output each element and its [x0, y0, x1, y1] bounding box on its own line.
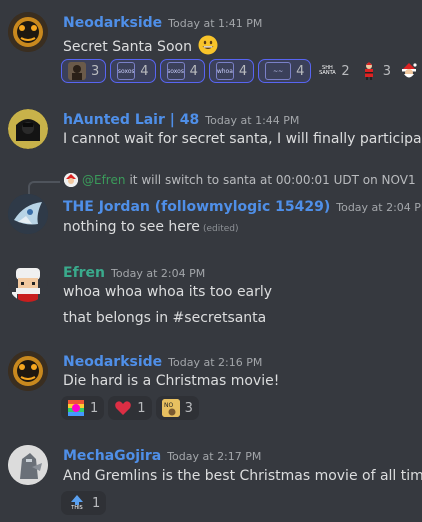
reaction-count: 3 [91, 63, 100, 79]
username[interactable]: hAunted Lair | 48 [63, 112, 199, 128]
reaction-button[interactable]: soxos 4 [110, 59, 156, 83]
reaction-button[interactable]: 1 [61, 396, 105, 420]
efren-mini-avatar-icon [64, 173, 78, 187]
reaction-count: 4 [140, 63, 149, 79]
username[interactable]: MechaGojira [63, 448, 161, 464]
svg-text:NO: NO [164, 402, 173, 409]
custom-emoji-icon: ~~ [265, 62, 292, 80]
avatar[interactable] [8, 445, 48, 485]
reply-mention[interactable]: @Efren [82, 173, 125, 187]
reaction-button[interactable] [398, 59, 422, 83]
custom-emoji-santa-text-icon: SHH SANTA [319, 65, 336, 76]
message-line: Secret Santa Soon [63, 39, 192, 55]
heart-emoji-icon [114, 399, 132, 417]
message-header: hAunted Lair | 48 Today at 1:44 PM [63, 109, 299, 128]
reaction-button[interactable]: THIS 1 [61, 491, 107, 515]
timestamp: Today at 2:16 PM [168, 356, 263, 369]
reaction-count: 3 [382, 63, 391, 79]
message-text: nothing to see here (edited) [63, 219, 239, 235]
reaction-button[interactable]: SHH SANTA 2 [315, 59, 352, 83]
username[interactable]: THE Jordan (followmylogic 15429) [63, 199, 330, 215]
reaction-button[interactable]: soxos 4 [159, 59, 205, 83]
message-header: Efren Today at 2:04 PM [63, 262, 205, 281]
avatar[interactable] [8, 109, 48, 149]
message-text: that belongs in #secretsanta [63, 310, 267, 326]
grinning-face-icon [198, 35, 218, 59]
message-text: And Gremlins is the best Christmas movie… [63, 468, 422, 484]
reply-text: it will switch to santa at 00:00:01 UDT … [129, 173, 416, 187]
reactions-bar: 3 soxos 4 soxos 4 whoa 4 ~~ 4 SHH SANTA 2… [61, 59, 422, 83]
santa-figure-icon [360, 62, 378, 80]
reaction-button[interactable]: whoa 4 [208, 59, 255, 83]
jordan-avatar-icon [8, 194, 48, 234]
reactions-bar: 1 1 NO 3 [61, 396, 199, 420]
reaction-button[interactable]: 1 [108, 396, 152, 420]
message-text: Secret Santa Soon [63, 35, 218, 59]
reaction-count: 4 [238, 63, 248, 79]
reaction-count: 2 [341, 63, 350, 79]
haunted-lair-avatar-icon [8, 109, 48, 149]
avatar-emoji-icon [68, 62, 86, 80]
reply-connector [28, 181, 60, 195]
avatar[interactable] [8, 351, 48, 391]
reaction-count: 3 [184, 400, 193, 416]
reaction-button[interactable]: NO 3 [155, 396, 199, 420]
reaction-button[interactable]: 3 [61, 59, 107, 83]
timestamp: Today at 1:41 PM [168, 17, 263, 30]
reaction-count: 1 [90, 400, 99, 416]
efren-avatar-icon [12, 268, 40, 302]
reaction-count: 4 [296, 63, 305, 79]
avatar[interactable] [8, 194, 48, 234]
avatar[interactable] [8, 12, 48, 52]
this-emoji-icon: THIS [67, 494, 87, 512]
message-text: whoa whoa whoa its too early [63, 284, 273, 300]
message-header: Neodarkside Today at 1:41 PM [63, 12, 262, 31]
timestamp: Today at 2:17 PM [167, 450, 262, 463]
custom-emoji-icon: soxos [166, 62, 185, 80]
reaction-count: 1 [92, 495, 101, 511]
timestamp: Today at 1:44 PM [205, 114, 300, 127]
username[interactable]: Neodarkside [63, 354, 162, 370]
neodarkside-avatar-icon [8, 12, 48, 52]
reactions-bar: THIS 1 [61, 491, 107, 515]
message-text: Die hard is a Christmas movie! [63, 373, 280, 389]
message-header: MechaGojira Today at 2:17 PM [63, 445, 261, 464]
reaction-count: 4 [189, 63, 198, 79]
message-header: THE Jordan (followmylogic 15429) Today at… [63, 196, 422, 215]
message-line: nothing to see here [63, 219, 200, 235]
timestamp: Today at 2:04 PM [111, 267, 206, 280]
custom-emoji-icon: soxos [117, 62, 136, 80]
mechagojira-avatar-icon [8, 445, 48, 485]
reaction-button[interactable]: ~~ 4 [258, 59, 312, 83]
custom-emoji-icon: whoa [215, 62, 234, 80]
this-emoji-label: THIS [71, 505, 83, 511]
rainbow-emoji-icon [67, 399, 85, 417]
reaction-button[interactable]: 3 [357, 59, 394, 83]
santa-face-icon [400, 62, 418, 80]
message-header: Neodarkside Today at 2:16 PM [63, 351, 262, 370]
message-text: I cannot wait for secret santa, I will f… [63, 131, 422, 147]
timestamp: Today at 2:04 PM [336, 201, 422, 214]
reaction-count: 1 [137, 400, 146, 416]
avatar[interactable] [8, 262, 48, 302]
edited-tag: (edited) [202, 224, 239, 234]
reply-preview[interactable]: @Efren it will switch to santa at 00:00:… [64, 173, 416, 187]
no-emoji-icon: NO [161, 399, 180, 417]
username[interactable]: Neodarkside [63, 15, 162, 31]
username[interactable]: Efren [63, 265, 105, 281]
neodarkside-avatar-icon [8, 351, 48, 391]
